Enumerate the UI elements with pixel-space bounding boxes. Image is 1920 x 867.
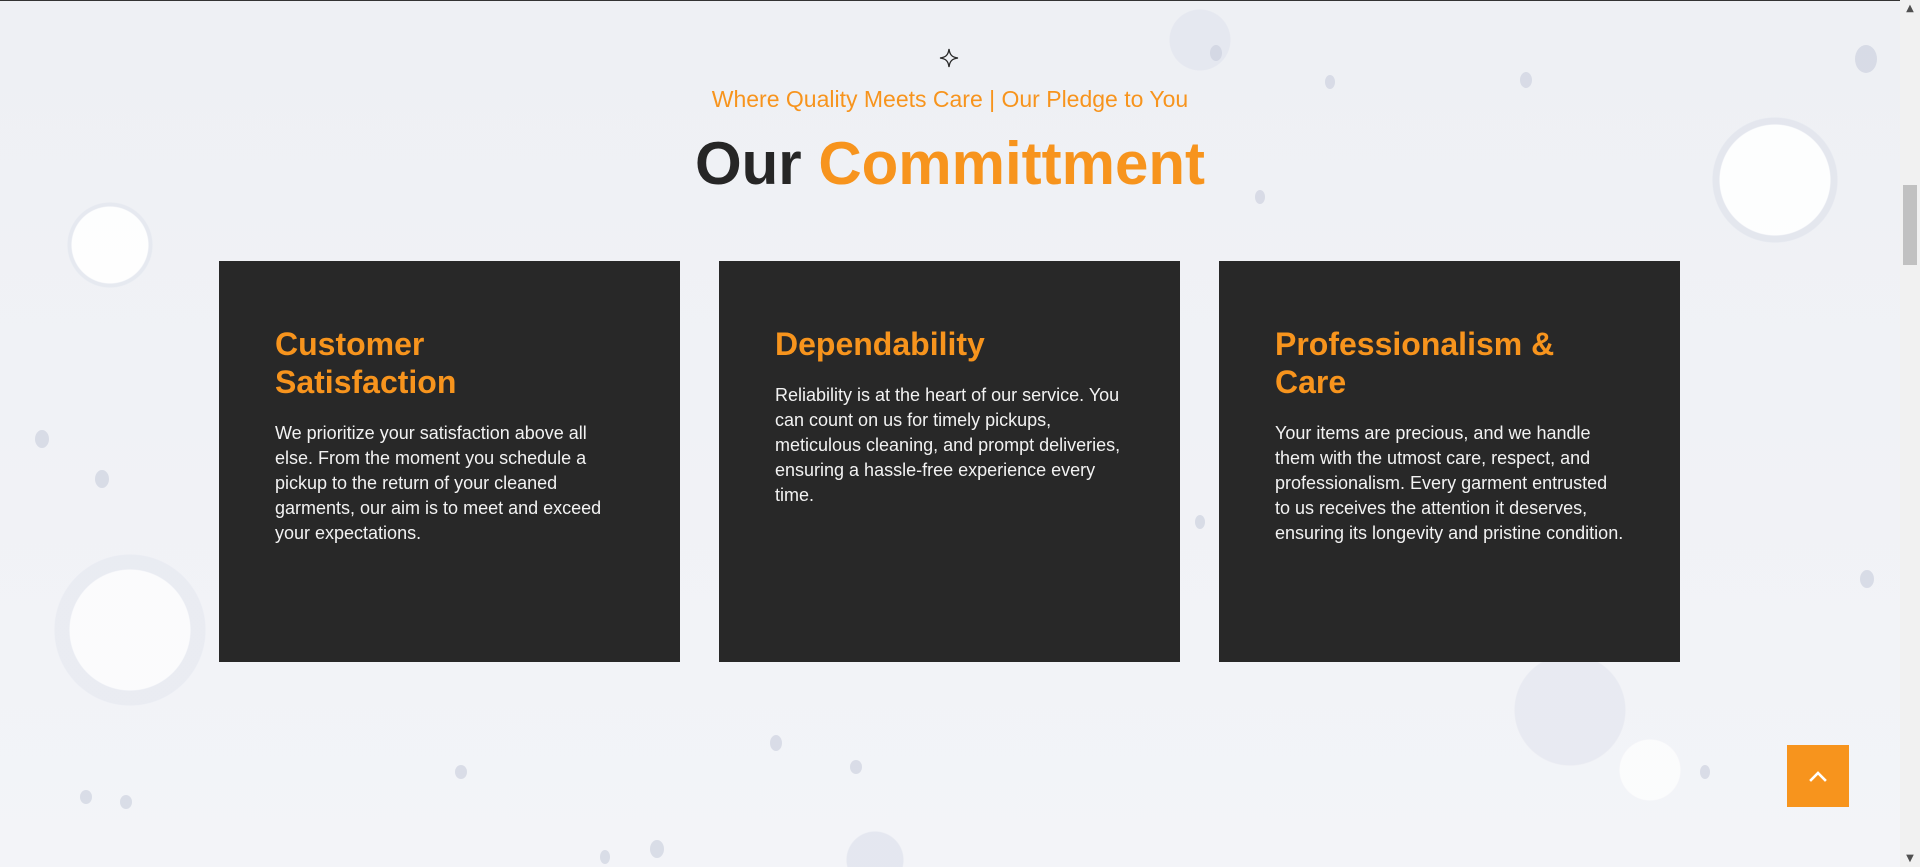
vertical-scrollbar[interactable]: ▲ ▼: [1900, 0, 1920, 867]
card-title-line1: Dependability: [775, 326, 985, 362]
card-title-line1: Professionalism &: [1275, 326, 1555, 362]
commitment-section: Where Quality Meets Care | Our Pledge to…: [0, 0, 1900, 867]
card-title: Professionalism & Care: [1275, 325, 1624, 401]
card-title-line2: Satisfaction: [275, 364, 457, 400]
scroll-down-arrow-icon[interactable]: ▼: [1900, 850, 1920, 867]
section-title-accent: Committment: [818, 130, 1205, 197]
card-title: Dependability: [775, 325, 1124, 363]
commitment-card-professionalism: Professionalism & Care Your items are pr…: [1219, 261, 1680, 662]
scrollbar-thumb[interactable]: [1903, 185, 1917, 265]
commitment-card-dependability: Dependability Reliability is at the hear…: [719, 261, 1180, 662]
card-title: Customer Satisfaction: [275, 325, 624, 401]
card-body: Reliability is at the heart of our servi…: [775, 385, 1121, 505]
section-title: Our Committment: [0, 128, 1900, 200]
scroll-up-arrow-icon[interactable]: ▲: [1900, 0, 1920, 17]
chevron-up-icon: [1809, 771, 1827, 782]
card-body: We prioritize your satisfaction above al…: [275, 423, 602, 543]
section-subtitle: Where Quality Meets Care | Our Pledge to…: [711, 86, 1189, 112]
card-title-line2: Care: [1275, 364, 1347, 400]
card-title-line1: Customer: [275, 326, 425, 362]
sparkle-icon: [939, 48, 959, 68]
section-title-main: Our: [694, 130, 802, 197]
back-to-top-button[interactable]: [1787, 745, 1849, 807]
card-body: Your items are precious, and we handle t…: [1275, 423, 1624, 543]
top-divider: [0, 0, 1900, 1]
commitment-card-customer-satisfaction: Customer Satisfaction We prioritize your…: [219, 261, 680, 662]
